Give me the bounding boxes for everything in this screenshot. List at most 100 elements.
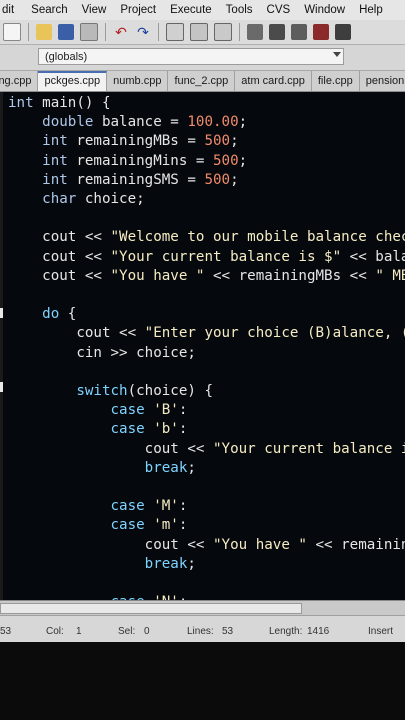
compile-icon[interactable] xyxy=(247,24,263,40)
tab-func-2-cpp[interactable]: func_2.cpp xyxy=(168,71,236,91)
menu-edit[interactable]: dit xyxy=(0,4,23,16)
tab-file-cpp[interactable]: file.cpp xyxy=(312,71,360,91)
code-token: case xyxy=(8,498,154,515)
status-col-label: Col: xyxy=(46,626,64,637)
code-line[interactable]: case 'N': xyxy=(8,593,405,600)
menu-search[interactable]: Search xyxy=(23,4,73,16)
code-line[interactable]: ​ xyxy=(8,478,405,497)
code-token: case xyxy=(8,402,154,419)
code-token: 'M' xyxy=(153,498,179,515)
fold-marker[interactable] xyxy=(0,308,3,318)
code-line[interactable]: case 'm': xyxy=(8,516,405,535)
menu-help[interactable]: Help xyxy=(351,4,389,16)
code-token: "You have " xyxy=(110,267,205,284)
toolbar-separator xyxy=(239,23,240,41)
menu-view[interactable]: View xyxy=(74,4,113,16)
find-icon[interactable] xyxy=(166,23,184,41)
code-line[interactable]: cout << "You have " << remainingMBs << "… xyxy=(8,267,405,286)
code-token: int xyxy=(8,133,77,150)
status-line: 53 xyxy=(0,626,12,637)
code-line[interactable]: case 'B': xyxy=(8,401,405,420)
code-token: int xyxy=(8,152,77,169)
open-icon[interactable] xyxy=(36,24,52,40)
code-token: ; xyxy=(238,114,248,131)
undo-icon[interactable]: ↶ xyxy=(113,24,129,40)
code-line[interactable]: ​ xyxy=(8,574,405,593)
code-line[interactable]: cout << "Enter your choice (B)alance, (M… xyxy=(8,324,405,343)
tab-atm-card-cpp[interactable]: atm card.cpp xyxy=(235,71,312,91)
code-token: "You have " xyxy=(213,536,307,553)
menu-bar: dit Search View Project Execute Tools CV… xyxy=(0,0,405,21)
status-mode: Insert xyxy=(368,626,394,637)
code-line[interactable]: cin >> choice; xyxy=(8,344,405,363)
code-line[interactable]: cout << "You have " << remainingMBs xyxy=(8,536,405,555)
code-line[interactable]: int remainingMBs = 500; xyxy=(8,132,405,151)
code-line[interactable]: cout << "Welcome to our mobile balance c… xyxy=(8,228,405,247)
code-token: int xyxy=(8,95,43,111)
code-token: "Enter your choice (B)alance, (M) xyxy=(144,325,405,342)
menu-execute[interactable]: Execute xyxy=(162,4,218,16)
replace-icon[interactable] xyxy=(190,23,208,41)
redo-icon[interactable]: ↷ xyxy=(135,24,151,40)
code-line[interactable]: ​ xyxy=(8,286,405,305)
code-line[interactable]: int remainingSMS = 500; xyxy=(8,171,405,190)
new-file-icon[interactable] xyxy=(3,23,21,41)
menu-window[interactable]: Window xyxy=(296,4,351,16)
code-text[interactable]: int main() { double balance = 100.00; in… xyxy=(8,94,405,600)
code-token: double xyxy=(8,114,102,131)
save-icon[interactable] xyxy=(58,24,74,40)
code-token: : xyxy=(178,421,188,438)
code-token: do xyxy=(8,306,68,323)
code-line[interactable]: cout << "Your current balance is $" << b… xyxy=(8,248,405,267)
code-line[interactable]: case 'b': xyxy=(8,420,405,439)
code-token: { xyxy=(67,306,77,323)
code-token: (choice) { xyxy=(127,383,214,400)
debug-icon[interactable] xyxy=(291,24,307,40)
code-line[interactable]: switch(choice) { xyxy=(8,382,405,401)
code-line[interactable]: case 'M': xyxy=(8,497,405,516)
code-token: << bala xyxy=(341,248,405,265)
code-token: 'b' xyxy=(153,421,179,438)
code-token: remainingMins = xyxy=(76,152,214,169)
code-line[interactable]: break; xyxy=(8,555,405,574)
code-token: << remainingMBs << xyxy=(204,267,376,284)
tab-pckges-cpp[interactable]: pckges.cpp xyxy=(38,71,108,91)
code-token: " MB xyxy=(375,267,405,284)
code-line[interactable]: ​ xyxy=(8,209,405,228)
goto-icon[interactable] xyxy=(214,23,232,41)
code-token: break xyxy=(8,555,188,572)
code-token: 500 xyxy=(204,133,231,150)
toolbar: ↶ ↷ xyxy=(0,20,405,45)
code-line[interactable]: char choice; xyxy=(8,190,405,209)
code-editor[interactable]: int main() { double balance = 100.00; in… xyxy=(0,92,405,600)
code-line[interactable]: double balance = 100.00; xyxy=(8,113,405,132)
tab-numb-cpp[interactable]: numb.cpp xyxy=(107,71,169,91)
run-icon[interactable] xyxy=(269,24,285,40)
code-line[interactable]: int main() { xyxy=(8,94,405,113)
horizontal-scrollbar[interactable] xyxy=(0,600,405,615)
stop-icon[interactable] xyxy=(313,24,329,40)
menu-tools[interactable]: Tools xyxy=(218,4,259,16)
menu-cvs[interactable]: CVS xyxy=(259,4,297,16)
code-line[interactable]: cout << "Your current balance is $" xyxy=(8,440,405,459)
tab-pension-cpp[interactable]: pension.cpp xyxy=(360,71,405,91)
code-token: char xyxy=(8,191,85,208)
code-token: "Welcome to our mobile balance chec xyxy=(110,229,405,246)
tab-ing-cpp[interactable]: ing.cpp xyxy=(0,71,39,91)
code-token: 'B' xyxy=(153,402,179,419)
fold-marker[interactable] xyxy=(0,382,3,392)
code-token: cout << xyxy=(8,267,111,284)
chevron-down-icon[interactable] xyxy=(333,52,341,57)
scope-dropdown[interactable]: (globals) xyxy=(38,48,344,65)
code-token: int xyxy=(8,171,77,188)
code-line[interactable]: int remainingMins = 500; xyxy=(8,152,405,171)
code-line[interactable]: ​ xyxy=(8,363,405,382)
menu-project[interactable]: Project xyxy=(112,4,162,16)
print-icon[interactable] xyxy=(80,23,98,41)
code-line[interactable]: break; xyxy=(8,459,405,478)
code-line[interactable]: do { xyxy=(8,305,405,324)
code-token: 'm' xyxy=(153,517,179,534)
layout-icon[interactable] xyxy=(335,24,351,40)
code-token: cout << xyxy=(8,536,213,553)
scrollbar-thumb[interactable] xyxy=(0,603,302,614)
